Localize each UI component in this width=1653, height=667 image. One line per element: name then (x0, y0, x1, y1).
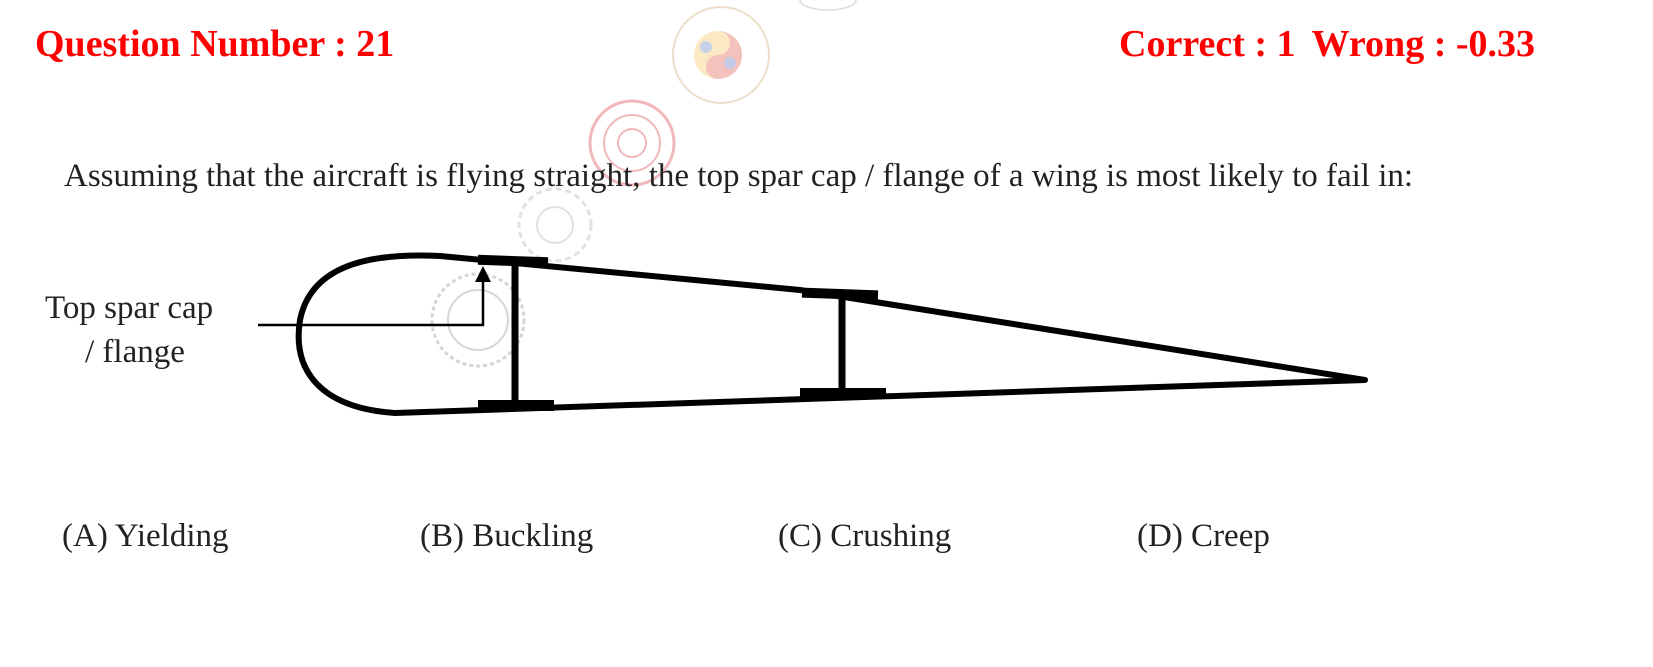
spar-cap-label-line2: / flange (85, 334, 185, 370)
front-top-spar-cap (477, 254, 549, 268)
option-c[interactable]: (C) Crushing (778, 518, 951, 555)
question-page: Question Number : 21 Correct : 1 Wrong : … (0, 0, 1653, 667)
option-a[interactable]: (A) Yielding (62, 518, 229, 555)
rear-bottom-spar-cap (800, 388, 886, 399)
spar-cap-label-line1: Top spar cap (45, 290, 213, 326)
spar-cap-leader-arrow (258, 266, 491, 327)
front-bottom-spar-cap (478, 400, 554, 411)
option-d[interactable]: (D) Creep (1137, 518, 1270, 555)
wing-section-diagram: Top spar cap / flange (45, 252, 1368, 416)
option-b[interactable]: (B) Buckling (420, 518, 593, 555)
rear-top-spar-cap (801, 287, 879, 301)
